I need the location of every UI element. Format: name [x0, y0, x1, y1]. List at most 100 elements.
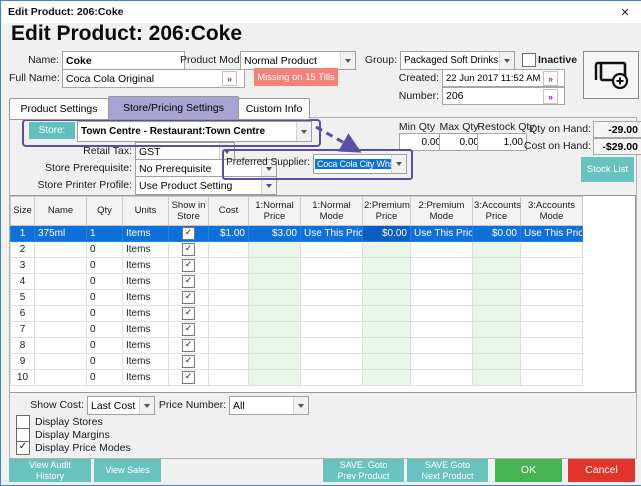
full-name-input[interactable]: Coca Cola Original [62, 69, 245, 88]
grid-cell-size[interactable]: 3 [11, 258, 35, 274]
grid-cell-normal-price[interactable] [249, 274, 301, 290]
grid-cell-units[interactable]: Items [123, 306, 169, 322]
show-in-store-checkbox[interactable] [182, 307, 195, 320]
grid-cell-premium-price[interactable] [363, 370, 411, 386]
table-row[interactable]: 1375ml1Items$1.00$3.00Use This Price$0.0… [11, 226, 583, 242]
grid-cell-normal-price[interactable] [249, 370, 301, 386]
table-row[interactable]: 10 0Items [11, 370, 583, 386]
table-row[interactable]: 50Items [11, 290, 583, 306]
grid-cell-accounts-price[interactable] [473, 290, 521, 306]
grid-cell-premium-mode[interactable] [411, 274, 473, 290]
grid-cell-size[interactable]: 10 [11, 370, 35, 386]
grid-cell-cost[interactable] [209, 354, 249, 370]
tab-store-pricing-settings[interactable]: Store/Pricing Settings [108, 96, 239, 120]
grid-cell-normal-price[interactable] [249, 242, 301, 258]
missing-on-tills-button[interactable]: Missing on 15 Tills [254, 68, 338, 86]
grid-cell-name[interactable] [35, 338, 87, 354]
grid-cell-premium-mode[interactable] [411, 258, 473, 274]
grid-cell-name[interactable] [35, 290, 87, 306]
grid-cell-name[interactable] [35, 274, 87, 290]
show-in-store-checkbox[interactable] [182, 227, 195, 240]
grid-cell-premium-price[interactable] [363, 354, 411, 370]
grid-cell-size[interactable]: 2 [11, 242, 35, 258]
grid-cell-units[interactable]: Items [123, 338, 169, 354]
grid-cell-qty[interactable]: 0 [87, 338, 123, 354]
grid-cell-normal-price[interactable] [249, 354, 301, 370]
grid-cell-name[interactable]: 375ml [35, 226, 87, 242]
grid-cell-qty[interactable]: 1 [87, 226, 123, 242]
grid-cell-normal-mode[interactable] [301, 370, 363, 386]
grid-cell-accounts-mode[interactable] [521, 338, 583, 354]
grid-cell-normal-mode[interactable] [301, 338, 363, 354]
grid-cell-premium-mode[interactable] [411, 242, 473, 258]
display-margins-checkbox[interactable] [16, 428, 30, 442]
show-in-store-checkbox[interactable] [182, 371, 195, 384]
grid-cell-normal-mode[interactable] [301, 258, 363, 274]
grid-cell-accounts-price[interactable] [473, 370, 521, 386]
grid-cell-accounts-mode[interactable] [521, 354, 583, 370]
grid-cell-normal-mode[interactable] [301, 354, 363, 370]
grid-cell-show-in-store[interactable] [169, 338, 209, 354]
show-in-store-checkbox[interactable] [182, 339, 195, 352]
display-stores-checkbox[interactable] [16, 415, 30, 429]
show-cost-select[interactable]: Last Cost [87, 396, 155, 415]
tab-custom-info[interactable]: Custom Info [238, 98, 310, 120]
price-number-select[interactable]: All [229, 396, 309, 415]
grid-cell-normal-price[interactable]: $3.00 [249, 226, 301, 242]
stock-list-button[interactable]: Stock List [581, 157, 634, 182]
grid-cell-premium-price[interactable] [363, 290, 411, 306]
grid-cell-size[interactable]: 1 [11, 226, 35, 242]
ok-button[interactable]: OK [495, 459, 562, 482]
grid-cell-cost[interactable] [209, 370, 249, 386]
grid-cell-units[interactable]: Items [123, 258, 169, 274]
grid-cell-show-in-store[interactable] [169, 226, 209, 242]
grid-cell-units[interactable]: Items [123, 322, 169, 338]
grid-cell-accounts-price[interactable] [473, 242, 521, 258]
grid-cell-qty[interactable]: 0 [87, 322, 123, 338]
tab-product-settings[interactable]: Product Settings [9, 98, 109, 120]
grid-cell-premium-mode[interactable] [411, 338, 473, 354]
grid-cell-normal-mode[interactable] [301, 322, 363, 338]
grid-cell-premium-price[interactable] [363, 242, 411, 258]
grid-cell-accounts-price[interactable] [473, 338, 521, 354]
cancel-button[interactable]: Cancel [568, 459, 635, 482]
grid-cell-premium-price[interactable] [363, 338, 411, 354]
grid-cell-size[interactable]: 5 [11, 290, 35, 306]
grid-cell-units[interactable]: Items [123, 370, 169, 386]
grid-cell-units[interactable]: Items [123, 354, 169, 370]
grid-cell-size[interactable]: 9 [11, 354, 35, 370]
grid-cell-size[interactable]: 6 [11, 306, 35, 322]
grid-cell-cost[interactable] [209, 306, 249, 322]
grid-cell-premium-mode[interactable] [411, 354, 473, 370]
grid-cell-units[interactable]: Items [123, 274, 169, 290]
grid-cell-qty[interactable]: 0 [87, 290, 123, 306]
name-input[interactable]: Coke [62, 51, 185, 70]
grid-cell-units[interactable]: Items [123, 242, 169, 258]
grid-cell-normal-price[interactable] [249, 338, 301, 354]
grid-cell-show-in-store[interactable] [169, 354, 209, 370]
store-select[interactable]: Town Centre - Restaurant:Town Centre [77, 121, 312, 142]
copy-product-button[interactable] [583, 51, 639, 99]
table-row[interactable]: 80Items [11, 338, 583, 354]
view-audit-history-button[interactable]: View Audit History [9, 459, 91, 482]
grid-cell-accounts-price[interactable] [473, 354, 521, 370]
grid-cell-accounts-price[interactable]: $0.00 [473, 226, 521, 242]
table-row[interactable]: 3 0Items [11, 258, 583, 274]
grid-cell-accounts-mode[interactable] [521, 242, 583, 258]
number-expand-button[interactable]: » [543, 89, 558, 104]
close-icon[interactable]: ✕ [608, 1, 641, 23]
show-in-store-checkbox[interactable] [182, 259, 195, 272]
grid-cell-normal-price[interactable] [249, 290, 301, 306]
grid-cell-qty[interactable]: 0 [87, 370, 123, 386]
group-select[interactable]: Packaged Soft Drinks [400, 51, 515, 70]
view-sales-button[interactable]: View Sales [94, 459, 161, 482]
grid-cell-units[interactable]: Items [123, 226, 169, 242]
grid-cell-accounts-price[interactable] [473, 274, 521, 290]
table-row[interactable]: 70Items [11, 322, 583, 338]
grid-cell-premium-price[interactable] [363, 306, 411, 322]
grid-cell-cost[interactable] [209, 258, 249, 274]
table-row[interactable]: 60Items [11, 306, 583, 322]
grid-cell-premium-mode[interactable] [411, 322, 473, 338]
table-row[interactable]: 40Items [11, 274, 583, 290]
grid-cell-qty[interactable]: 0 [87, 258, 123, 274]
